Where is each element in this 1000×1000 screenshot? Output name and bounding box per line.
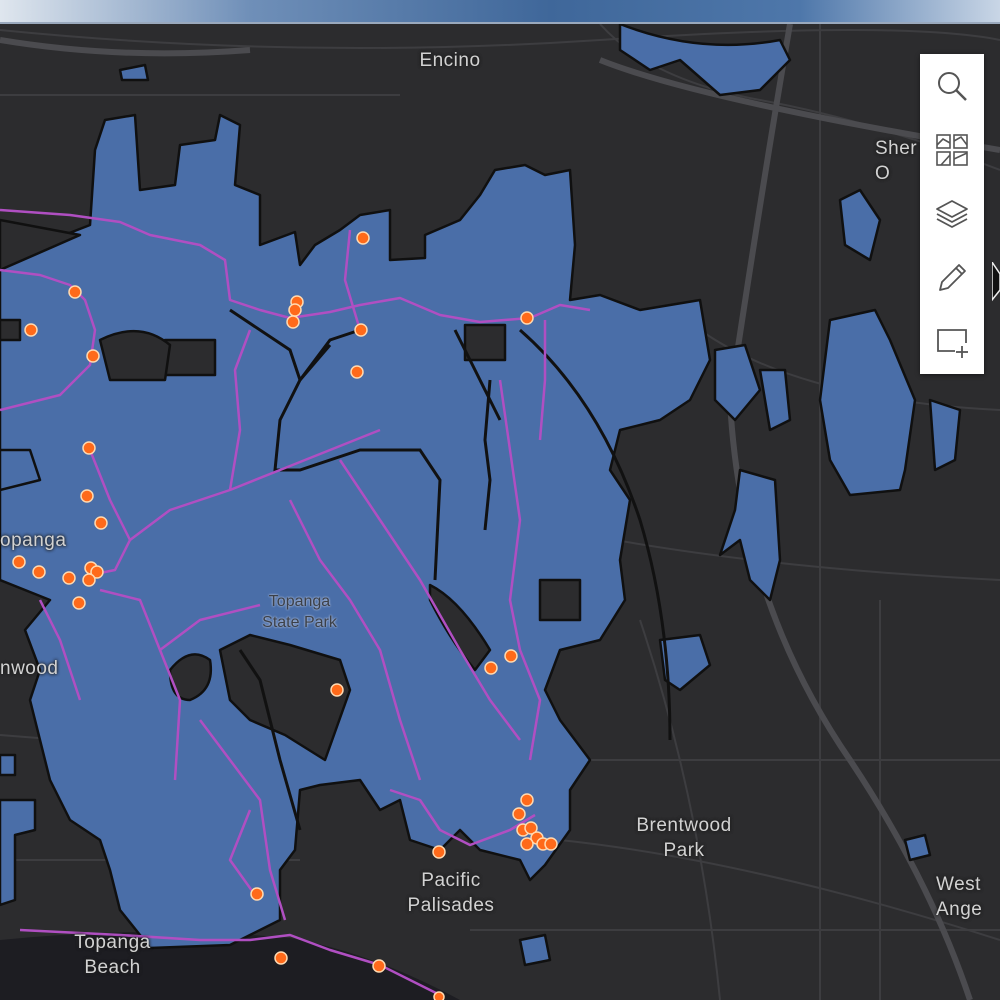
map-marker	[286, 315, 300, 329]
map-marker	[432, 845, 446, 859]
layers-icon	[936, 200, 968, 228]
map-marker	[520, 837, 534, 851]
map-marker	[68, 285, 82, 299]
map-marker	[356, 231, 370, 245]
mouse-cursor-icon	[992, 262, 1000, 302]
edit-button[interactable]	[920, 246, 984, 310]
place-label-brentwood-park: Brentwood Park	[636, 815, 732, 861]
map-canvas[interactable]	[0, 24, 1000, 1000]
search-button[interactable]	[920, 54, 984, 118]
map-marker	[288, 303, 302, 317]
map-marker	[82, 573, 96, 587]
place-label-west-angeles: West Ange	[936, 874, 983, 920]
place-label-encino: Encino	[419, 50, 481, 71]
map-marker	[544, 837, 558, 851]
basemap-gallery-icon	[936, 134, 968, 166]
map-marker	[484, 661, 498, 675]
map-marker	[32, 565, 46, 579]
map-marker	[82, 441, 96, 455]
map-marker	[520, 311, 534, 325]
add-item-button[interactable]	[920, 310, 984, 374]
map-marker	[274, 951, 288, 965]
park-label-topanga-state-park: Topanga State Park	[262, 593, 337, 631]
basemap-gallery-button[interactable]	[920, 118, 984, 182]
map-toolbar	[920, 54, 984, 374]
park-areas	[0, 24, 962, 967]
place-label-sherman-oaks: Sher O	[875, 138, 918, 184]
map-marker	[80, 489, 94, 503]
place-label-pacific-palisades: Pacific Palisades	[407, 870, 495, 916]
search-icon	[938, 72, 967, 101]
place-label-topanga-beach: Topanga Beach	[74, 932, 151, 978]
map-marker	[12, 555, 26, 569]
map-marker	[520, 793, 534, 807]
map-marker	[72, 596, 86, 610]
place-label-brentwood: nwood	[0, 658, 59, 679]
map-marker	[330, 683, 344, 697]
map-marker	[512, 807, 526, 821]
map-marker	[354, 323, 368, 337]
map-marker	[62, 571, 76, 585]
map-marker	[94, 516, 108, 530]
map-marker	[504, 649, 518, 663]
pencil-icon	[939, 264, 966, 291]
map-view[interactable]: Encino Sher O opanga nwood Brentwood Par…	[0, 24, 1000, 1000]
add-item-icon	[937, 329, 968, 358]
window-title-bar	[0, 0, 1000, 24]
map-marker	[433, 991, 445, 1000]
map-marker	[372, 959, 386, 973]
map-marker	[86, 349, 100, 363]
map-marker	[250, 887, 264, 901]
place-label-topanga: opanga	[0, 530, 67, 551]
map-marker	[350, 365, 364, 379]
map-marker	[24, 323, 38, 337]
layers-button[interactable]	[920, 182, 984, 246]
